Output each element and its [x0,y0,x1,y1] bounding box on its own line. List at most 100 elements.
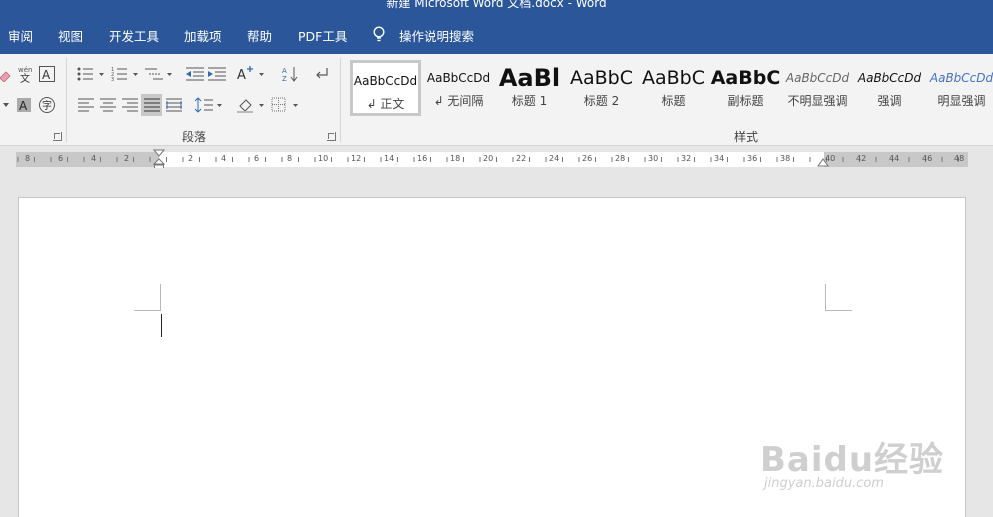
svg-text:wén: wén [18,66,32,74]
svg-text:3: 3 [111,77,114,81]
style-heading-2[interactable]: AaBbC 标题 2 [566,60,637,116]
decrease-indent-button[interactable] [184,63,206,85]
style-name: 强调 [877,94,902,108]
ruler-label: 8 [287,154,293,163]
document-workspace [0,168,993,517]
style-name: 标题 2 [583,94,620,108]
ruler-label: 30 [648,154,659,163]
tab-addins[interactable]: 加载项 [184,26,222,45]
numbering-button[interactable]: 123 [110,63,140,85]
style-name: 标题 1 [511,94,548,108]
svg-text:A: A [237,68,246,82]
ruler-label: 16 [417,154,428,163]
svg-text:A: A [282,67,287,75]
ruler-label: 46 [922,154,933,163]
show-formatting-marks-button[interactable] [312,63,332,85]
style-preview: AaBl [498,66,561,90]
svg-text:Z: Z [282,75,287,82]
font-dropdown-arrow-icon[interactable] [0,94,12,116]
style-no-spacing[interactable]: AaBbCcDd ↲ 无间隔 [423,60,494,116]
group-separator [340,58,341,142]
group-separator [66,58,67,142]
style-preview: AaBbCcDd [929,71,993,85]
style-preview: AaBbCcDd [785,71,850,85]
styles-group-label: 样式 [734,130,759,144]
sort-button[interactable]: AZ [280,63,302,85]
ribbon: wén 文 A A 字 123 A A Z 段落 AaBbCcDd ↲ 正文 A… [0,54,993,146]
style-subtle-emphasis[interactable]: AaBbCcDd 不明显强调 [782,60,853,116]
bullets-button[interactable] [76,63,106,85]
ruler-label: 26 [582,154,593,163]
paragraph-group-label: 段落 [182,130,207,144]
line-spacing-button[interactable] [194,94,224,116]
style-preview: AaBbCcDd [857,71,922,85]
horizontal-ruler[interactable]: 8 6 4 2 2 4 6 8 10 12 14 16 18 20 22 24 … [16,149,968,172]
style-title[interactable]: AaBbC 标题 [638,60,709,116]
style-intense-emphasis[interactable]: AaBbCcDd 明显强调 [926,60,993,116]
ruler-label: 10 [318,154,329,163]
ruler-label: 36 [747,154,758,163]
style-name: ↲ 无间隔 [433,94,484,108]
svg-text:字: 字 [42,99,52,112]
margin-corner-top-right [825,284,852,311]
increase-indent-button[interactable] [206,63,228,85]
ruler-label: 38 [780,154,791,163]
ruler-label: 8 [25,154,31,163]
ruler-label: 22 [516,154,527,163]
document-page[interactable] [18,197,966,517]
style-name: 副标题 [727,94,764,108]
tab-pdf-tools[interactable]: PDF工具 [298,26,347,45]
phonetic-guide-icon[interactable]: wén 文 [16,63,36,85]
ruler-label: 20 [483,154,494,163]
style-normal[interactable]: AaBbCcDd ↲ 正文 [350,60,421,116]
style-preview: AaBbCcDd [353,74,418,88]
styles-gallery: AaBbCcDd ↲ 正文 AaBbCcDd ↲ 无间隔 AaBl 标题 1 A… [348,58,993,120]
align-left-button[interactable] [76,94,96,116]
paragraph-group-launcher-icon[interactable] [327,132,336,141]
enclose-characters-icon[interactable]: 字 [37,94,57,116]
ruler-label: 2 [188,154,194,163]
ruler-label: 18 [450,154,461,163]
ruler-label: 4 [221,154,227,163]
character-shading-icon[interactable]: A [16,94,32,116]
style-preview: AaBbCcDd [426,71,491,85]
distributed-button[interactable] [164,94,184,116]
ruler-label: 6 [58,154,64,163]
ruler-label: 28 [615,154,626,163]
font-group-launcher-icon[interactable] [53,132,62,141]
style-preview: AaBbC [569,67,633,89]
text-cursor [161,314,162,337]
style-preview: AaBbC [641,67,705,89]
borders-button[interactable] [270,94,302,116]
clear-formatting-button[interactable] [0,64,12,86]
ruler-label: 6 [254,154,260,163]
tab-view[interactable]: 视图 [58,26,83,45]
ruler-label: 4 [91,154,97,163]
ruler-label: 14 [384,154,395,163]
title-bar: 新建 Microsoft Word 文档.docx - Word [0,0,993,14]
align-right-button[interactable] [120,94,140,116]
tab-review[interactable]: 审阅 [8,26,33,45]
multilevel-list-button[interactable] [144,63,174,85]
style-heading-1[interactable]: AaBl 标题 1 [494,60,565,116]
align-center-button[interactable] [98,94,118,116]
justify-button[interactable] [141,94,162,116]
ruler-label: 42 [856,154,867,163]
shading-button[interactable] [236,94,268,116]
chinese-layout-button[interactable]: A [236,63,268,85]
character-border-icon[interactable]: A [38,63,56,85]
style-name: 标题 [661,94,686,108]
tab-developer[interactable]: 开发工具 [109,26,159,45]
style-emphasis[interactable]: AaBbCcDd 强调 [854,60,925,116]
ruler-label: 12 [351,154,362,163]
lightbulb-icon[interactable] [372,26,386,44]
style-preview: AaBbC [710,67,781,89]
ruler-label: 32 [681,154,692,163]
style-subtitle[interactable]: AaBbC 副标题 [710,60,781,116]
style-name: ↲ 正文 [366,97,405,111]
tell-me-search[interactable]: 操作说明搜索 [399,26,474,45]
window-title: 新建 Microsoft Word 文档.docx - Word [386,0,607,10]
right-indent-marker[interactable] [817,158,829,168]
tab-help[interactable]: 帮助 [247,26,272,45]
ruler-label: 48 [954,154,965,163]
